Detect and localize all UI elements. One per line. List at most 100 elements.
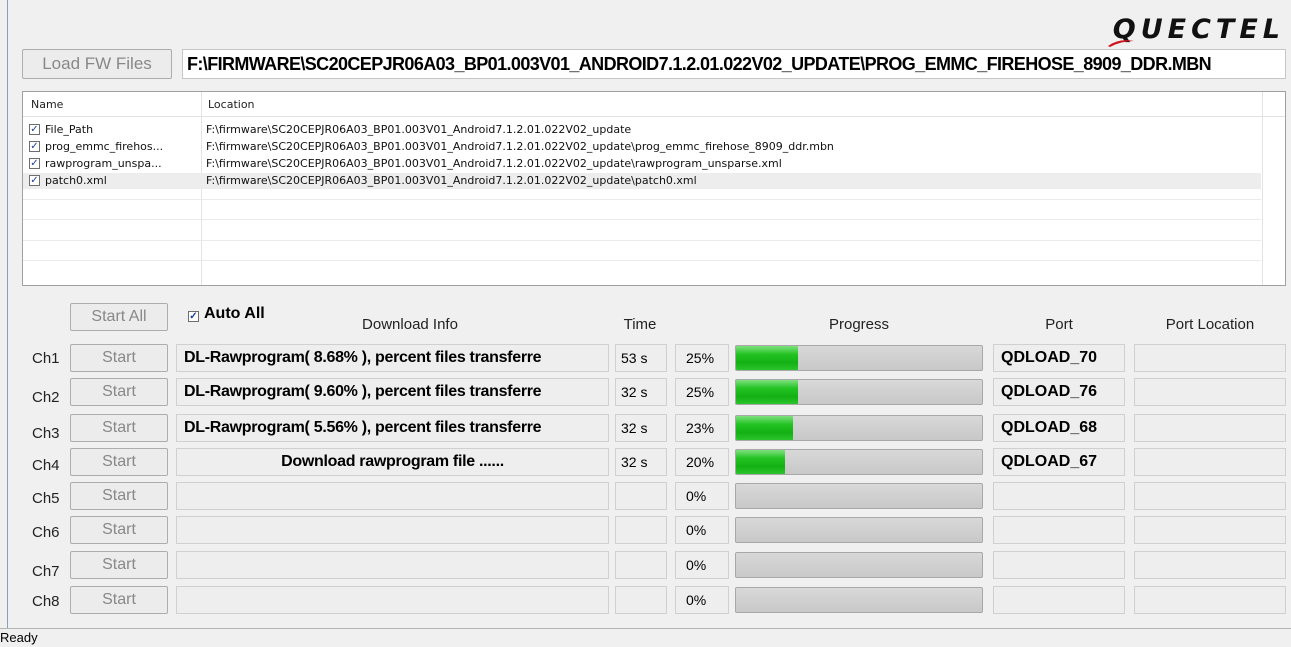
list-item[interactable]: ✓ File_Path F:\firmware\SC20CEPJR06A03_B…: [23, 122, 1261, 138]
progress-bar: [735, 415, 983, 441]
auto-all-checkbox[interactable]: ✓ Auto All: [188, 305, 265, 323]
port-field: [993, 586, 1125, 614]
time-field: 32 s: [615, 378, 667, 406]
checkbox-rawprogram-unsparse[interactable]: ✓: [29, 158, 40, 169]
percent-field: 0%: [675, 516, 729, 544]
time-field: [615, 482, 667, 510]
download-info-field: DL-Rawprogram( 8.68% ), percent files tr…: [176, 344, 609, 372]
checkbox-file-path[interactable]: ✓: [29, 124, 40, 135]
list-item[interactable]: ✓ patch0.xml F:\firmware\SC20CEPJR06A03_…: [23, 173, 1261, 189]
progress-bar: [735, 379, 983, 405]
header-time: Time: [623, 316, 657, 333]
download-info-field: Download rawprogram file ......: [176, 448, 609, 476]
quectel-logo: QUECTEL: [1085, 14, 1285, 47]
port-field: [993, 516, 1125, 544]
port-location-field: [1134, 482, 1286, 510]
progress-bar: [735, 517, 983, 543]
start-button-ch1[interactable]: Start: [70, 344, 168, 372]
port-field: [993, 482, 1125, 510]
time-field: 53 s: [615, 344, 667, 372]
grid-line: [23, 199, 1261, 200]
time-field: 32 s: [615, 414, 667, 442]
list-item-name: prog_emmc_firehos...: [45, 140, 164, 153]
download-info-field: [176, 586, 609, 614]
logo-swoosh-icon: [1108, 40, 1134, 47]
channel-label: Ch6: [32, 524, 60, 541]
progress-bar: [735, 483, 983, 509]
progress-bar: [735, 345, 983, 371]
percent-field: 20%: [675, 448, 729, 476]
download-info-field: [176, 516, 609, 544]
list-item-location: F:\firmware\SC20CEPJR06A03_BP01.003V01_A…: [206, 157, 782, 170]
column-divider: [1262, 92, 1263, 285]
start-button-ch3[interactable]: Start: [70, 414, 168, 442]
column-header-location[interactable]: Location: [208, 98, 255, 111]
channel-label: Ch7: [32, 563, 60, 580]
window-left-edge: [7, 0, 8, 628]
grid-line: [23, 240, 1261, 241]
time-field: [615, 551, 667, 579]
time-field: [615, 516, 667, 544]
download-info-field: [176, 482, 609, 510]
channel-label: Ch4: [32, 457, 60, 474]
list-item-location: F:\firmware\SC20CEPJR06A03_BP01.003V01_A…: [206, 123, 632, 136]
start-button-ch6[interactable]: Start: [70, 516, 168, 544]
percent-field: 0%: [675, 482, 729, 510]
channel-label: Ch3: [32, 425, 60, 442]
grid-line: [23, 219, 1261, 220]
start-button-ch2[interactable]: Start: [70, 378, 168, 406]
list-header: Name Location: [23, 92, 1285, 117]
list-item-name: rawprogram_unspa...: [45, 157, 162, 170]
percent-field: 25%: [675, 344, 729, 372]
channel-label: Ch5: [32, 490, 60, 507]
list-item[interactable]: ✓ prog_emmc_firehos... F:\firmware\SC20C…: [23, 139, 1261, 155]
header-port-location: Port Location: [1165, 316, 1255, 333]
time-field: [615, 586, 667, 614]
port-location-field: [1134, 344, 1286, 372]
progress-bar-fill: [736, 346, 798, 370]
list-item[interactable]: ✓ rawprogram_unspa... F:\firmware\SC20CE…: [23, 156, 1261, 172]
load-fw-files-button[interactable]: Load FW Files: [22, 49, 172, 79]
list-item-location: F:\firmware\SC20CEPJR06A03_BP01.003V01_A…: [206, 174, 697, 187]
progress-bar-fill: [736, 380, 798, 404]
start-button-ch8[interactable]: Start: [70, 586, 168, 614]
start-all-button[interactable]: Start All: [70, 303, 168, 331]
percent-field: 0%: [675, 551, 729, 579]
port-location-field: [1134, 448, 1286, 476]
checkbox-prog-emmc-firehose[interactable]: ✓: [29, 141, 40, 152]
port-location-field: [1134, 551, 1286, 579]
firmware-path-field[interactable]: F:\FIRMWARE\SC20CEPJR06A03_BP01.003V01_A…: [182, 49, 1286, 79]
auto-all-check-icon[interactable]: ✓: [188, 311, 199, 322]
grid-line: [23, 260, 1261, 261]
percent-field: 0%: [675, 586, 729, 614]
channel-label: Ch1: [32, 350, 60, 367]
port-field: [993, 551, 1125, 579]
download-info-field: [176, 551, 609, 579]
progress-bar-fill: [736, 416, 793, 440]
start-button-ch4[interactable]: Start: [70, 448, 168, 476]
port-field: QDLOAD_76: [993, 378, 1125, 406]
header-progress: Progress: [828, 316, 890, 333]
logo-text: QUECTEL: [1112, 14, 1285, 45]
progress-bar: [735, 449, 983, 475]
port-location-field: [1134, 516, 1286, 544]
port-location-field: [1134, 414, 1286, 442]
progress-bar-fill: [736, 450, 786, 474]
firmware-file-list[interactable]: Name Location ✓ File_Path F:\firmware\SC…: [22, 91, 1286, 286]
status-bar: Ready: [0, 628, 1291, 647]
auto-all-label: Auto All: [204, 305, 265, 322]
list-item-name: patch0.xml: [45, 174, 107, 187]
status-text: Ready: [0, 630, 38, 645]
checkbox-patch0[interactable]: ✓: [29, 175, 40, 186]
header-port: Port: [1045, 316, 1073, 333]
percent-field: 23%: [675, 414, 729, 442]
channel-label: Ch8: [32, 593, 60, 610]
port-field: QDLOAD_67: [993, 448, 1125, 476]
start-button-ch5[interactable]: Start: [70, 482, 168, 510]
port-field: QDLOAD_70: [993, 344, 1125, 372]
column-header-name[interactable]: Name: [31, 98, 63, 111]
download-info-field: DL-Rawprogram( 5.56% ), percent files tr…: [176, 414, 609, 442]
start-button-ch7[interactable]: Start: [70, 551, 168, 579]
percent-field: 25%: [675, 378, 729, 406]
progress-bar: [735, 587, 983, 613]
